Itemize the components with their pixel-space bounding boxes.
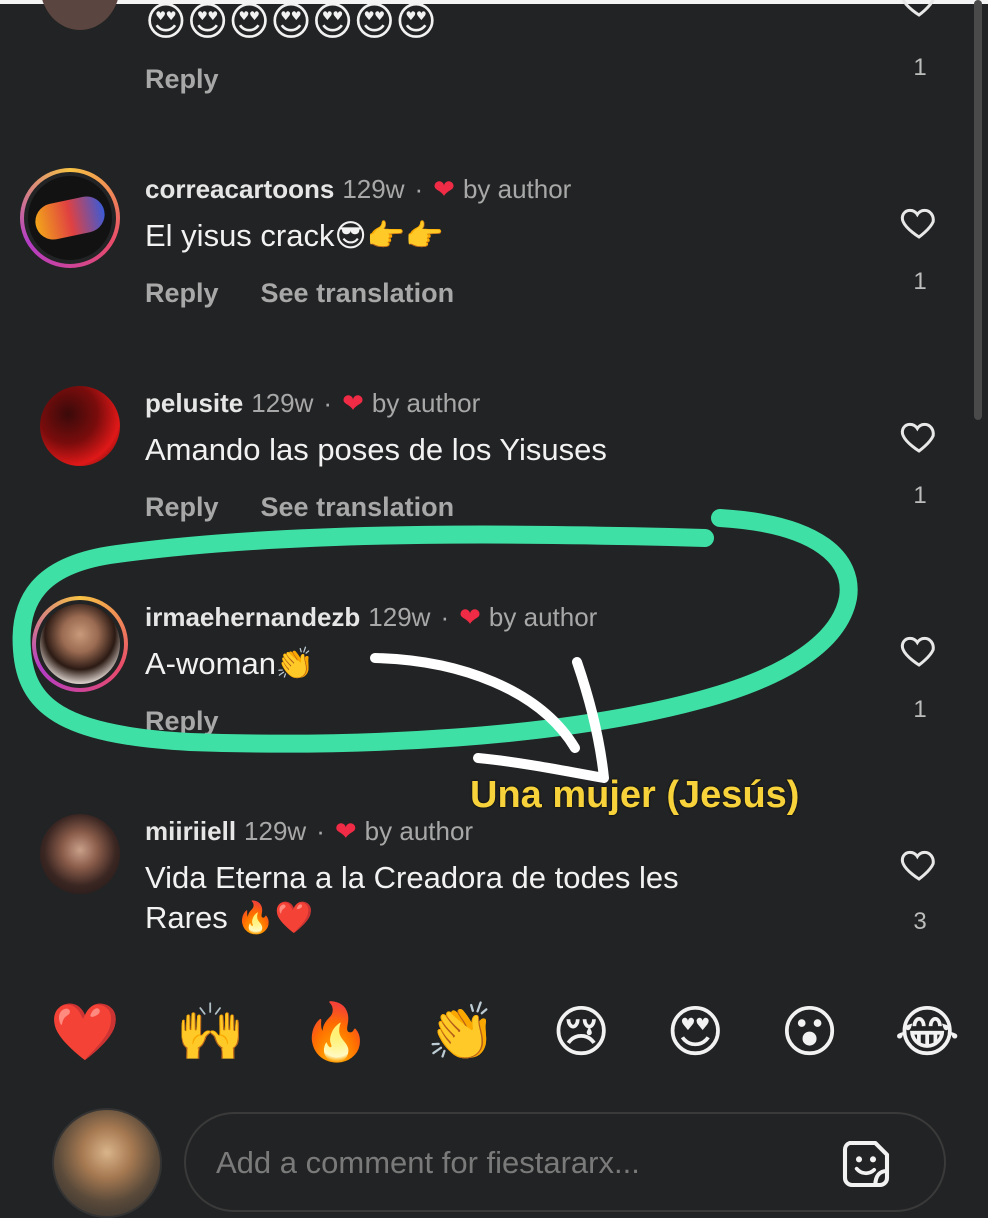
liked-by-author: by author (371, 388, 481, 418)
comment-text: Amando las poses de los Yisuses (145, 432, 607, 467)
separator: · (316, 816, 325, 846)
avatar[interactable] (20, 168, 120, 268)
comment-text: El yisus crack😎👉👉 (145, 218, 444, 253)
reaction-fire[interactable]: 🔥 (301, 1000, 371, 1064)
heart-outline-icon[interactable] (898, 416, 940, 456)
separator: · (440, 602, 450, 632)
comment-header: correacartoons 129w · ❤ by author (145, 174, 571, 205)
comment-header: irmaehernandezb 129w · ❤ by author (145, 602, 597, 633)
username[interactable]: miiriiell (145, 816, 236, 847)
comment-text: A-woman👏 (145, 646, 315, 681)
comment-input[interactable] (214, 1144, 818, 1182)
username[interactable]: irmaehernandezb (145, 602, 360, 633)
separator: · (323, 388, 333, 418)
comment-item: irmaehernandezb 129w · ❤ by author A-wom… (0, 588, 988, 778)
liked-by-author: by author (462, 174, 572, 204)
logo-image (32, 193, 108, 243)
comment-item: correacartoons 129w · ❤ by author El yis… (0, 160, 988, 350)
heart-outline-icon[interactable] (898, 202, 940, 242)
liked-by-author: by author (488, 602, 598, 632)
comment-actions: Reply (145, 64, 219, 95)
reaction-crying[interactable]: 😢 (552, 1000, 610, 1064)
comment-text-line-1: Vida Eterna a la Creadora de todes les (145, 860, 679, 895)
like-count: 1 (913, 696, 927, 723)
red-heart-icon: ❤ (334, 816, 357, 846)
sticker-icon[interactable] (838, 1136, 894, 1192)
liked-by-author: by author (364, 816, 474, 846)
comment-text: 😍😍😍😍😍😍😍 (145, 0, 437, 44)
like-count: 3 (913, 908, 927, 935)
timestamp: 129w (368, 602, 431, 632)
comment-text-line-2: Rares 🔥❤️ (145, 900, 314, 935)
avatar[interactable] (40, 814, 120, 894)
avatar[interactable] (40, 386, 120, 466)
avatar[interactable] (40, 0, 120, 30)
reaction-heart-eyes[interactable]: 😍 (666, 1000, 724, 1064)
comment-item: pelusite 129w · ❤ by author Amando las p… (0, 374, 988, 564)
like-count: 1 (913, 482, 927, 509)
like-count: 1 (913, 268, 927, 295)
see-translation-button[interactable]: See translation (261, 278, 455, 309)
reaction-heart[interactable]: ❤️ (50, 1000, 120, 1064)
comment-actions: Reply (145, 706, 219, 737)
comment-header: pelusite 129w · ❤ by author (145, 388, 480, 419)
comment-header: miiriiell 129w · ❤ by author (145, 816, 473, 847)
reply-button[interactable]: Reply (145, 278, 219, 309)
see-translation-button[interactable]: See translation (261, 492, 455, 523)
reply-button[interactable]: Reply (145, 492, 219, 523)
username[interactable]: correacartoons (145, 174, 334, 205)
reaction-raising-hands[interactable]: 🙌 (176, 1000, 246, 1064)
like-count: 1 (913, 54, 927, 81)
heart-outline-icon[interactable] (898, 0, 940, 20)
separator: · (414, 174, 424, 204)
heart-outline-icon[interactable] (898, 844, 940, 884)
heart-outline-icon[interactable] (898, 630, 940, 670)
comment-actions: Reply See translation (145, 492, 454, 523)
timestamp: 129w (244, 816, 307, 846)
username[interactable]: pelusite (145, 388, 243, 419)
reply-button[interactable]: Reply (145, 706, 219, 737)
reaction-laughing[interactable]: 😂 (894, 1000, 959, 1064)
comment-item: miiriiell 129w · ❤ by author Vida Eterna… (0, 802, 988, 982)
annotation-caption: Una mujer (Jesús) (470, 774, 800, 816)
reply-button[interactable]: Reply (145, 64, 219, 95)
avatar[interactable] (32, 596, 128, 692)
timestamp: 129w (251, 388, 314, 418)
red-heart-icon: ❤ (433, 174, 455, 204)
comment-composer[interactable] (184, 1112, 946, 1212)
reaction-bar: ❤️ 🙌 🔥 👏 😢 😍 😮 😂 (50, 1000, 960, 1064)
reaction-surprised[interactable]: 😮 (780, 1000, 838, 1064)
reaction-clap[interactable]: 👏 (427, 1000, 497, 1064)
current-user-avatar[interactable] (52, 1108, 162, 1218)
comment-actions: Reply See translation (145, 278, 454, 309)
red-heart-icon: ❤ (342, 388, 364, 418)
timestamp: 129w (342, 174, 405, 204)
red-heart-icon: ❤ (459, 602, 481, 632)
